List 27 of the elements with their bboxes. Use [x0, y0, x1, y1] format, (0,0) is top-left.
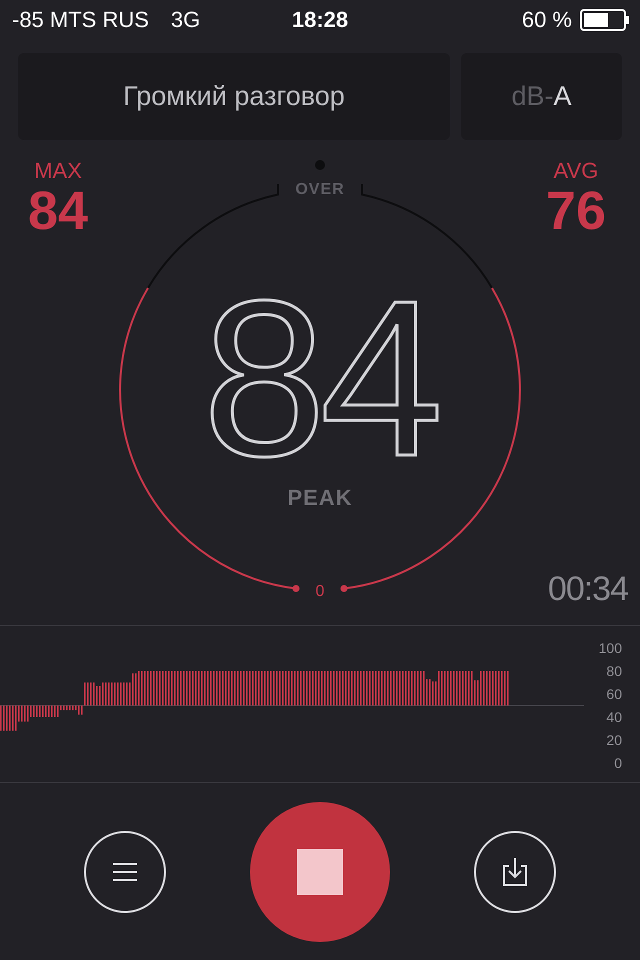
- elapsed-timer: 00:34: [548, 570, 628, 609]
- battery-icon: [580, 9, 630, 31]
- menu-button[interactable]: [84, 830, 166, 912]
- over-label: OVER: [295, 181, 345, 198]
- carrier-name: -85 MTS RUS: [12, 7, 149, 33]
- axis-tick-label: 20: [606, 732, 622, 748]
- clock-time: 18:28: [292, 7, 348, 32]
- export-button[interactable]: [474, 830, 556, 912]
- axis-tick-label: 60: [606, 686, 622, 702]
- mode-button[interactable]: Громкий разговор: [18, 53, 450, 140]
- axis-tick-label: 0: [614, 755, 622, 771]
- menu-icon: [112, 862, 138, 880]
- peak-label: PEAK: [287, 485, 353, 510]
- stop-icon: [297, 848, 343, 894]
- stat-value: 84: [28, 184, 88, 238]
- stat-value: 76: [546, 184, 606, 238]
- axis-tick-label: 80: [606, 663, 622, 679]
- download-icon: [502, 856, 528, 886]
- battery-percent: 60 %: [522, 7, 572, 33]
- axis-tick-label: 40: [606, 709, 622, 725]
- zero-label: 0: [316, 583, 324, 600]
- stat-label: AVG: [554, 160, 598, 182]
- axis-tick-label: 100: [598, 640, 622, 656]
- network-type: 3G: [170, 7, 200, 33]
- weighting-button[interactable]: dB-A: [461, 53, 622, 140]
- stat-label: MAX: [34, 160, 82, 182]
- peak-reading: 84: [202, 298, 438, 460]
